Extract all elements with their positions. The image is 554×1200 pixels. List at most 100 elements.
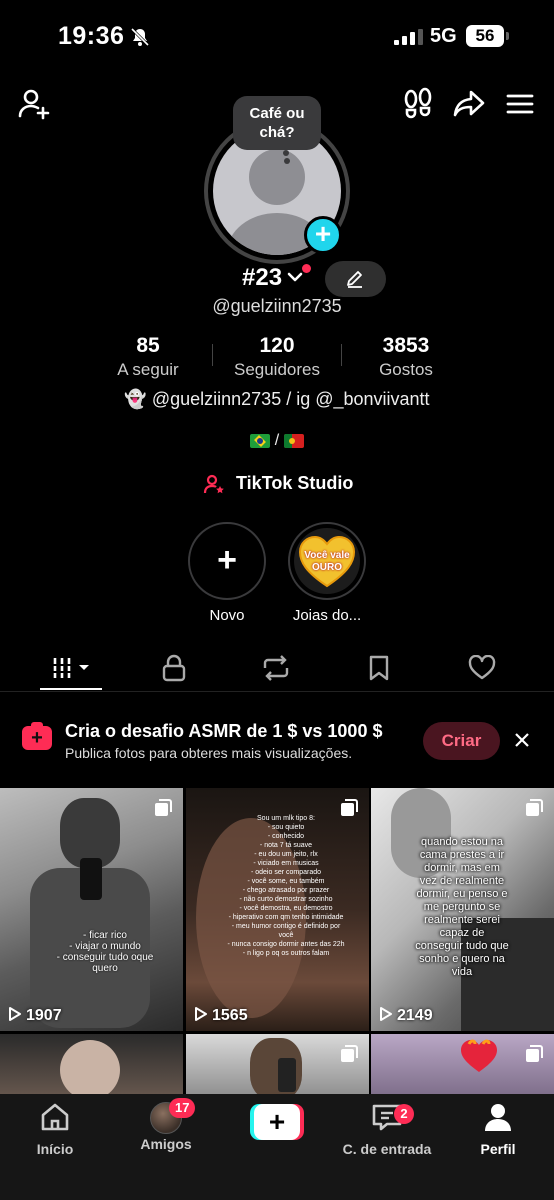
photo-carousel-icon [526,1045,543,1062]
profile-icon [485,1104,511,1131]
nav-inbox[interactable]: C. de entrada 2 [332,1102,442,1157]
nav-profile[interactable]: Perfil [443,1102,553,1157]
new-highlight-circle[interactable]: + [188,522,266,600]
flags-separator: / [274,432,280,449]
bell-muted-icon [130,27,150,47]
video-caption: Sou um mlk tipo 8: - sou quieto - conhec… [227,815,345,957]
tab-videos[interactable] [41,650,101,686]
nav-friends-label: Amigos [140,1136,192,1152]
battery-level: 56 [466,25,509,47]
note-bubble[interactable]: Café ou chá? [233,96,321,156]
share-icon[interactable] [451,86,487,122]
home-icon [41,1103,69,1131]
video-thumbnail[interactable] [186,1034,369,1100]
challenge-banner[interactable]: + Cria o desafio ASMR de 1 $ vs 1000 $ P… [0,705,554,777]
active-tab-indicator [40,688,102,690]
profile-name[interactable]: #23 [242,264,282,292]
highlight-joias-label: Joias do... [292,607,362,624]
footprints-icon[interactable] [400,86,436,122]
lock-icon [162,654,186,682]
video-thumbnail[interactable]: quando estou na cama prestes a ir dormir… [371,788,554,1031]
challenge-icon: + [22,722,52,750]
brazil-flag-icon [250,433,271,448]
video-caption: quando estou na cama prestes a ir dormir… [415,836,509,978]
video-thumbnail[interactable]: - ficar rico - viajar o mundo - consegui… [0,788,183,1031]
friends-badge: 17 [169,1098,196,1118]
bio-flags: / [0,432,554,450]
studio-person-icon [203,475,224,494]
photo-carousel-icon [526,799,543,816]
stat-likes-count: 3853 [382,334,430,357]
status-time: 19:36 [58,22,125,50]
play-icon [380,1007,392,1021]
nav-home-label: Início [36,1141,74,1157]
heart-icon [468,655,496,680]
tab-liked[interactable] [452,650,512,686]
view-count: 1907 [8,1006,62,1025]
view-count: 2149 [379,1006,433,1025]
tab-saved[interactable] [349,650,409,686]
photo-carousel-icon [341,1045,358,1062]
tiktok-studio-link[interactable]: TikTok Studio [203,473,353,495]
highlight-joias[interactable]: Você vale OURO Joias do... [287,522,367,624]
network-type: 5G [430,25,457,47]
highlight-new[interactable]: + Novo [187,522,267,624]
tab-reposts[interactable] [246,650,306,686]
status-bar: 19:36 5G 56 [0,0,554,74]
video-caption: - ficar rico - viajar o mundo - consegui… [56,930,154,974]
inbox-badge: 2 [394,1104,414,1124]
bio-text: 👻 @guelziinn2735 / ig @_bonviivantt [124,389,430,409]
portugal-flag-icon [283,433,304,448]
plus-icon: + [217,541,237,579]
tab-private[interactable] [144,650,204,686]
chevron-down-icon[interactable] [287,270,303,284]
highlight-new-label: Novo [209,607,245,624]
joias-highlight-circle[interactable]: Você vale OURO [288,522,366,600]
video-thumbnail[interactable]: Sou um mlk tipo 8: - sou quieto - conhec… [186,788,369,1031]
nav-inbox-label: C. de entrada [342,1141,432,1157]
profile-tabs [0,650,554,692]
stat-followers-count: 120 [259,334,295,357]
video-thumbnail[interactable] [371,1034,554,1100]
nav-friends[interactable]: Amigos 17 [111,1098,221,1152]
view-count: 1565 [194,1006,248,1025]
stat-following[interactable]: 85 A seguir [98,334,198,380]
photo-carousel-icon [155,799,172,816]
tiktok-studio-label: TikTok Studio [236,473,354,493]
menu-icon[interactable] [502,86,538,122]
notification-dot [302,264,311,273]
nav-profile-label: Perfil [480,1141,516,1157]
stat-divider [212,344,213,366]
close-icon[interactable] [513,731,531,749]
add-story-button[interactable]: + [304,216,342,254]
add-friend-icon[interactable] [16,86,52,122]
stat-followers[interactable]: 120 Seguidores [222,334,332,380]
stat-following-count: 85 [136,334,160,357]
grid-dropdown-icon [51,658,89,678]
banner-title: Cria o desafio ASMR de 1 $ vs 1000 $ [65,721,383,741]
play-icon [195,1007,207,1021]
create-button[interactable]: + [250,1104,304,1140]
stat-divider [341,344,342,366]
stat-likes[interactable]: 3853 Gostos [356,334,456,380]
banner-subtitle: Publica fotos para obteres mais visualiz… [65,745,353,761]
create-plus-icon: + [254,1104,300,1140]
tabs-divider [0,691,554,692]
note-bubble-tail [284,158,290,164]
pencil-icon [347,271,362,288]
bookmark-icon [369,655,389,681]
stat-following-label: A seguir [117,360,179,379]
play-icon [9,1007,21,1021]
video-grid: - ficar rico - viajar o mundo - consegui… [0,788,554,1100]
heart-text: Você vale OURO [304,550,350,573]
stat-followers-label: Seguidores [233,360,320,379]
nav-home[interactable]: Início [0,1102,110,1157]
repost-icon [263,655,289,681]
burning-heart-icon [461,1039,497,1072]
video-thumbnail[interactable] [0,1034,183,1100]
criar-button[interactable]: Criar [423,722,500,760]
stat-likes-label: Gostos [379,360,433,379]
edit-profile-button[interactable] [325,261,386,297]
signal-icon [394,29,423,45]
username-handle: @guelziinn2735 [212,296,342,316]
